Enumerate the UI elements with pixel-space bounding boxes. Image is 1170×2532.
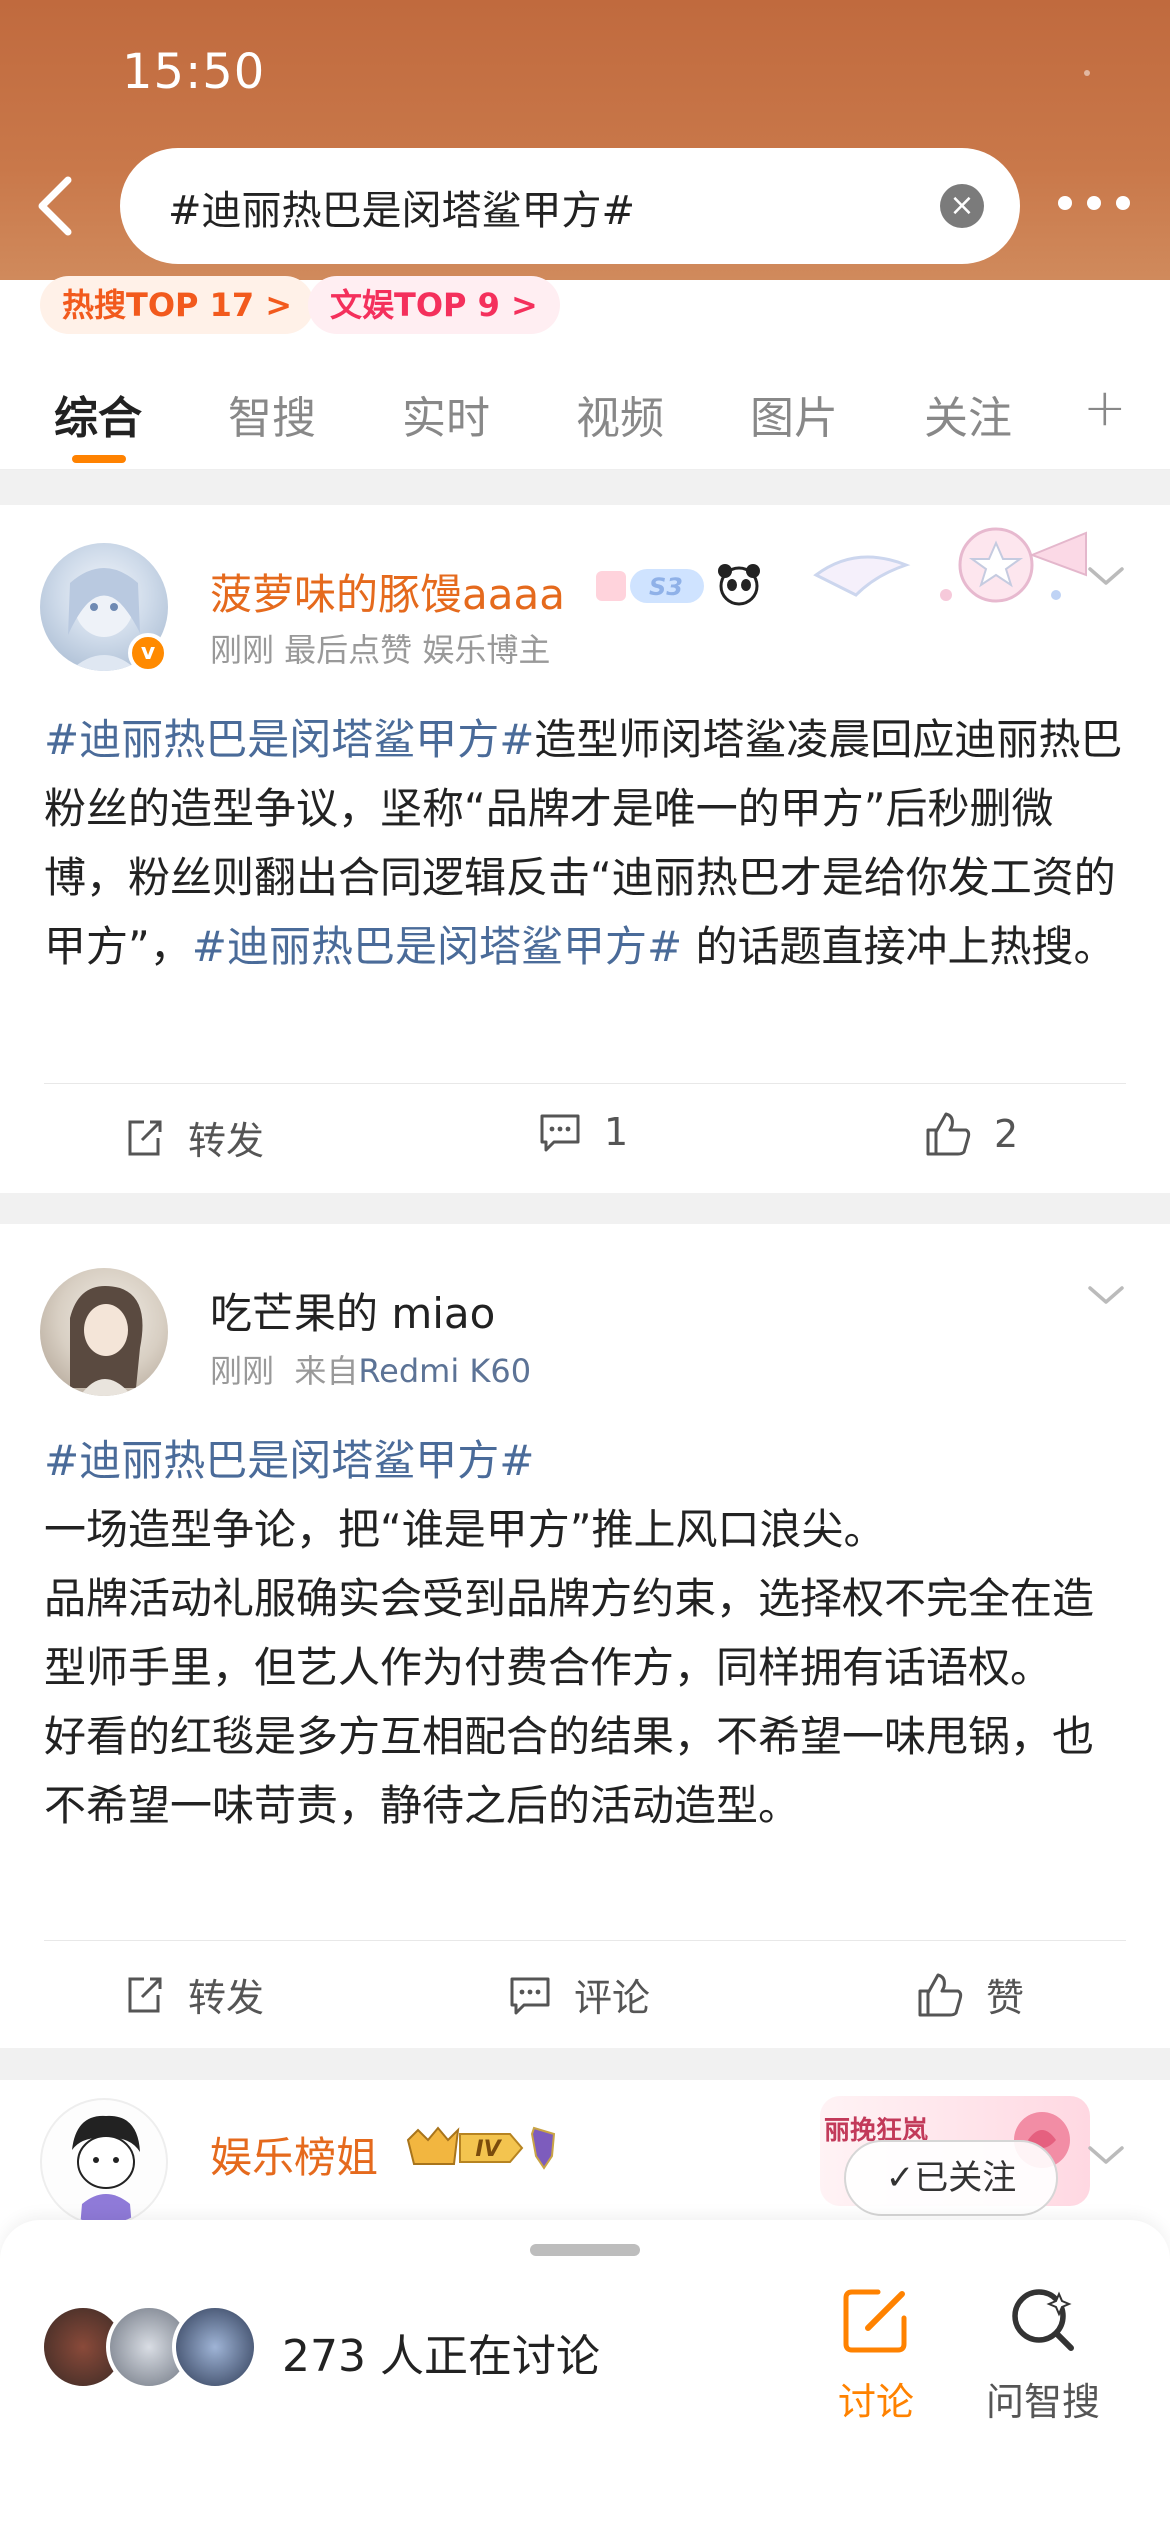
search-tabs: 综合 智搜 实时 视频 图片 关注 + — [0, 340, 1170, 470]
participant-avatar — [172, 2304, 258, 2390]
repost-button[interactable]: 转发 — [122, 1110, 264, 1165]
verified-badge-icon: v — [128, 633, 168, 673]
tab-comprehensive[interactable]: 综合 — [54, 382, 142, 446]
tab-following[interactable]: 关注 — [924, 382, 1012, 446]
sheet-grabber[interactable] — [530, 2244, 640, 2256]
avatar[interactable] — [40, 1268, 168, 1396]
divider — [44, 1083, 1126, 1084]
repost-button[interactable]: 转发 — [122, 1967, 264, 2022]
svg-text:IV: IV — [475, 2137, 502, 2162]
more-dot-icon — [1087, 196, 1101, 210]
tab-realtime[interactable]: 实时 — [402, 382, 490, 446]
smart-search-icon — [1012, 2289, 1074, 2351]
edit-icon — [843, 2289, 907, 2353]
post-text: 好看的红毯是多方互相配合的结果，不希望一味甩锅，也不希望一味苛责，静待之后的活动… — [44, 1712, 1095, 1830]
ask-smart-search-button[interactable]: 问智搜 — [986, 2282, 1100, 2426]
more-options-button[interactable] — [1058, 196, 1130, 216]
add-tab-button[interactable]: + — [1083, 378, 1127, 438]
search-query: #迪丽热巴是闵塔鲨甲方# — [168, 188, 636, 234]
hashtag-link[interactable]: #迪丽热巴是闵塔鲨甲方# — [44, 1426, 1124, 1495]
tab-video[interactable]: 视频 — [576, 382, 664, 446]
more-dot-icon — [1058, 196, 1072, 210]
panda-icon — [718, 564, 760, 606]
post-text: 一场造型争论，把“谁是甲方”推上风口浪尖。 — [44, 1505, 886, 1554]
more-dot-icon — [1116, 196, 1130, 210]
like-button[interactable]: 赞 — [916, 1967, 1024, 2022]
svg-text:S3: S3 — [649, 573, 683, 601]
tab-smart-search[interactable]: 智搜 — [228, 382, 316, 446]
rank-badges: 热搜TOP 17 > 文娱TOP 9 > — [0, 276, 1170, 340]
like-button[interactable]: 2 — [924, 1110, 1018, 1158]
username[interactable]: 娱乐榜姐 — [210, 2124, 378, 2185]
post-content: #迪丽热巴是闵塔鲨甲方#造型师闵塔鲨凌晨回应迪丽热巴粉丝的造型争议，坚称“品牌才… — [44, 705, 1124, 981]
username[interactable]: 吃芒果的 miao — [210, 1280, 495, 1341]
avatar-cartoon-icon — [72, 2115, 140, 2224]
avatar[interactable] — [40, 2098, 168, 2226]
avatar-girl-icon — [70, 1286, 143, 1396]
chevron-down-icon[interactable] — [1086, 1280, 1126, 1310]
divider — [44, 1940, 1126, 1941]
comment-button[interactable]: 1 — [538, 1110, 628, 1154]
following-button[interactable]: ✓已关注 — [844, 2140, 1058, 2216]
hashtag-link[interactable]: #迪丽热巴是闵塔鲨甲方# — [192, 922, 682, 971]
active-tab-indicator — [72, 455, 126, 463]
thumbs-up-icon — [918, 1973, 963, 2016]
post-meta: 刚刚 来自Redmi K60 — [210, 1352, 532, 1390]
post-content: #迪丽热巴是闵塔鲨甲方# 一场造型争论，把“谁是甲方”推上风口浪尖。 品牌活动礼… — [44, 1426, 1124, 1840]
discussion-sheet: 273 人正在讨论 讨论 问智搜 — [0, 2220, 1170, 2532]
chevron-down-icon[interactable] — [1086, 561, 1126, 591]
post-card[interactable]: v 菠萝味的豚馒aaaa S3 刚刚 最后点赞 娱乐博主 #迪丽热巴是闵塔鲨甲方… — [0, 505, 1170, 1193]
username[interactable]: 菠萝味的豚馒aaaa — [210, 561, 565, 622]
post-meta: 刚刚 最后点赞 娱乐博主 — [210, 631, 551, 669]
clear-search-button[interactable]: × — [940, 184, 984, 228]
thumbs-up-icon — [926, 1112, 971, 1156]
search-input[interactable]: #迪丽热巴是闵塔鲨甲方# × — [120, 148, 1020, 264]
status-time: 15:50 — [122, 44, 266, 100]
chevron-down-icon[interactable] — [1086, 2140, 1126, 2170]
hashtag-link[interactable]: #迪丽热巴是闵塔鲨甲方# — [44, 715, 534, 764]
vip-level-badge: IV — [406, 2126, 556, 2170]
comment-button[interactable]: 评论 — [508, 1967, 650, 2022]
back-arrow-icon — [38, 176, 72, 236]
entertainment-badge[interactable]: 文娱TOP 9 > — [308, 276, 560, 334]
comment-icon — [540, 1114, 580, 1152]
hot-search-badge[interactable]: 热搜TOP 17 > — [40, 276, 315, 334]
back-button[interactable] — [28, 170, 88, 240]
repost-icon — [128, 1977, 162, 2012]
discussing-count: 273 人正在讨论 — [282, 2331, 600, 2382]
post-text: 品牌活动礼服确实会受到品牌方约束，选择权不完全在造型师手里，但艺人作为付费合作方… — [44, 1574, 1095, 1692]
decorative-wings-icon — [813, 527, 1087, 603]
post-source-link[interactable]: Redmi K60 — [358, 1352, 531, 1390]
header-bar: 15:50 #迪丽热巴是闵塔鲨甲方# × — [0, 0, 1170, 280]
comment-icon — [510, 1977, 550, 2014]
post-text: 的话题直接冲上热搜。 — [682, 922, 1116, 971]
status-indicator — [1084, 70, 1090, 76]
post-card[interactable]: 吃芒果的 miao 刚刚 来自Redmi K60 #迪丽热巴是闵塔鲨甲方# 一场… — [0, 1224, 1170, 2048]
tab-images[interactable]: 图片 — [750, 382, 838, 446]
member-level-badge: S3 — [596, 569, 704, 603]
repost-icon — [128, 1120, 162, 1155]
discuss-button[interactable]: 讨论 — [838, 2282, 914, 2426]
